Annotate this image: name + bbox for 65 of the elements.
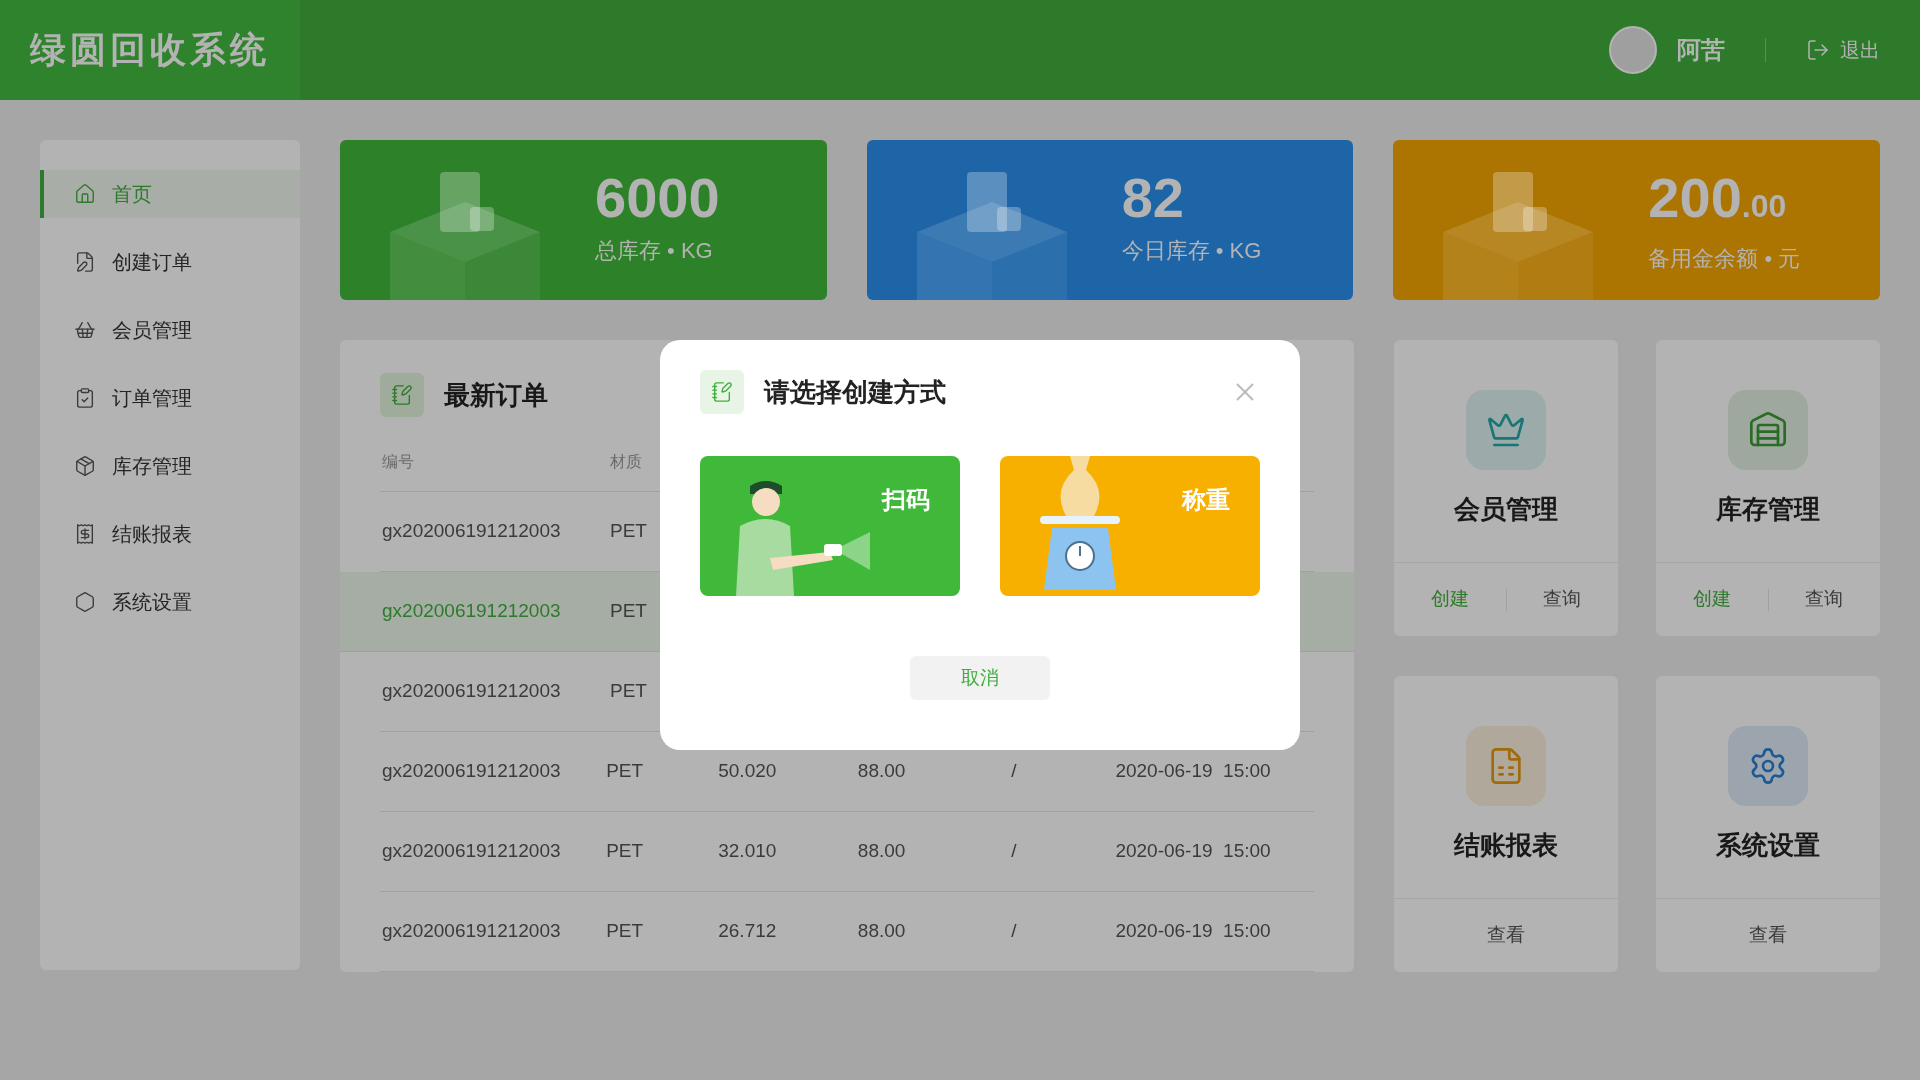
basket-icon [74, 319, 96, 341]
orders-title: 最新订单 [444, 378, 548, 412]
sidebar-item[interactable]: 系统设置 [40, 578, 300, 626]
stat-caption: 总库存 • KG [595, 237, 714, 265]
table-cell: gx202006191212003 [382, 680, 561, 702]
stat-value: 82 [1121, 166, 1185, 230]
stat-caption: 今日库存 • KG [1121, 237, 1262, 265]
table-cell: 2020-06-19 15:00 [1115, 760, 1271, 782]
table-cell: gx202006191212003 [382, 600, 561, 622]
orders-icon [380, 373, 424, 417]
table-cell: 88.00 [857, 920, 906, 942]
sidebar-item[interactable]: 库存管理 [40, 442, 300, 490]
dialog-title: 请选择创建方式 [764, 375, 946, 409]
user-name: 阿苦 [1677, 35, 1725, 65]
table-cell: / [1011, 840, 1017, 862]
table-cell: / [1011, 760, 1017, 782]
order-row[interactable]: gx202006191212003 PET 32.010 88.00 / 2020-06-19 15:00 [380, 812, 1314, 892]
stat-caption: 备用金余额 • 元 [1648, 245, 1801, 273]
option-label: 扫码 [882, 485, 930, 515]
sidebar-item[interactable]: 结账报表 [40, 510, 300, 558]
sidebar-item[interactable]: 会员管理 [40, 306, 300, 354]
logo: 绿圆回收系统 [0, 0, 300, 100]
stat-value: 6000 [595, 166, 720, 230]
table-cell: 32.010 [718, 840, 777, 862]
table-cell: 2020-06-19 15:00 [1115, 840, 1271, 862]
shortcut-link[interactable]: 查看 [1749, 921, 1787, 950]
stat-value: 200.00 [1648, 166, 1788, 231]
shortcut-title: 库存管理 [1716, 493, 1820, 526]
table-cell: 2020-06-19 15:00 [1115, 920, 1271, 942]
column-header: 编号 [382, 452, 414, 470]
shortcut-link[interactable]: 查询 [1543, 585, 1582, 614]
table-cell: / [1011, 920, 1017, 942]
table-cell: gx202006191212003 [382, 760, 561, 782]
edit-icon [74, 251, 96, 273]
avatar [1609, 26, 1657, 74]
shortcut-link[interactable]: 查询 [1805, 585, 1844, 614]
receipt-icon [74, 523, 96, 545]
table-cell: gx202006191212003 [382, 840, 561, 862]
sidebar-item[interactable]: 创建订单 [40, 238, 300, 286]
sidebar-item[interactable]: 订单管理 [40, 374, 300, 422]
table-cell: 88.00 [857, 840, 906, 862]
clipboard-icon [74, 387, 96, 409]
table-cell: gx202006191212003 [382, 520, 561, 542]
table-cell: PET [610, 680, 647, 702]
shortcut-title: 会员管理 [1454, 493, 1558, 526]
logout-icon [1806, 38, 1830, 62]
hexagon-icon [74, 591, 96, 613]
shortcut-title: 系统设置 [1716, 829, 1820, 862]
shortcut-title: 结账报表 [1454, 829, 1558, 862]
dialog-icon [700, 370, 744, 414]
order-row[interactable]: gx202006191212003 PET 26.712 88.00 / 2020-06-19 15:00 [380, 892, 1314, 972]
table-cell: 88.00 [857, 760, 906, 782]
table-cell: PET [606, 760, 644, 782]
option-label: 称重 [1182, 485, 1230, 515]
home-icon [74, 183, 96, 205]
package-icon [74, 455, 96, 477]
table-cell: PET [606, 840, 644, 862]
table-cell: gx202006191212003 [382, 920, 561, 942]
column-header: 材质 [610, 452, 642, 470]
table-cell: 50.020 [718, 760, 777, 782]
table-cell: 26.712 [718, 920, 777, 942]
table-cell: PET [610, 600, 647, 622]
table-cell: PET [606, 920, 644, 942]
shortcut-link[interactable]: 查看 [1487, 921, 1525, 950]
table-cell: PET [610, 520, 647, 542]
